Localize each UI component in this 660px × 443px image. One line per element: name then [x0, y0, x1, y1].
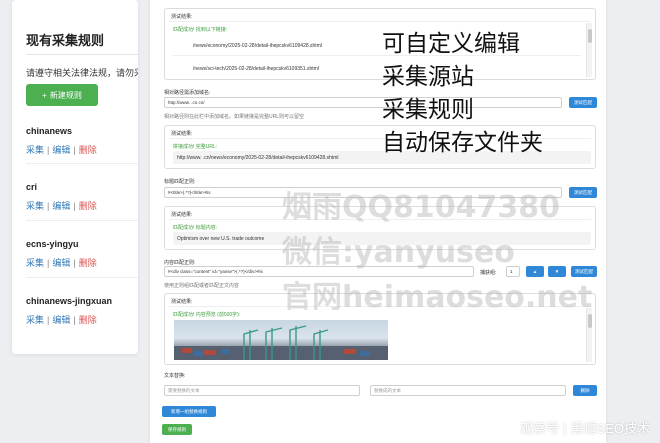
watermark-line: 烟雨QQ81047380: [282, 190, 560, 225]
credit: 观察号 | 黑帽SEO技术: [520, 421, 650, 436]
new-rule-label: 新建规则: [49, 90, 82, 100]
collect-link[interactable]: 采集: [26, 201, 44, 211]
result-url: http://www. .cn/news/economy/2025-02-28/…: [177, 155, 339, 161]
collect-link[interactable]: 采集: [26, 145, 44, 155]
save-rule-button[interactable]: 保存规则: [162, 424, 192, 435]
caption-source-site: 采集源站: [382, 64, 474, 90]
match-status: 匹配成功! 标题内容:: [173, 225, 218, 231]
domain-input[interactable]: http://www. .cn.cn/: [164, 97, 562, 108]
delete-replace-button[interactable]: 删除: [573, 385, 597, 396]
rule-name: chinanews-jingxuan: [26, 296, 113, 306]
divider: [26, 54, 138, 55]
match-status: 拼接成功! 完整URL:: [173, 144, 218, 150]
collect-link[interactable]: 采集: [26, 315, 44, 325]
edit-link[interactable]: 编辑: [52, 201, 70, 211]
new-rule-button[interactable]: + 新建规则: [26, 84, 98, 106]
credit-source: 观察号: [520, 421, 560, 436]
title-test-button[interactable]: 测试匹配: [569, 187, 597, 198]
replace-with-input[interactable]: 替换成的文本: [370, 385, 566, 396]
result-label: 测试结果:: [171, 14, 193, 20]
delete-link[interactable]: 删除: [79, 315, 97, 325]
content-preview-image: [174, 320, 388, 360]
replace-find-input[interactable]: 需要替换的文本: [164, 385, 360, 396]
domain-label: 相对路径需添加域名:: [164, 90, 211, 96]
sidebar-title: 现有采集规则: [26, 33, 105, 48]
rule-actions: 采集 | 编辑 | 删除: [26, 145, 97, 155]
scrollbar[interactable]: [586, 23, 592, 77]
rule-item-chinanews-jingxuan: chinanews-jingxuan 采集 | 编辑 | 删除: [26, 296, 138, 326]
divider: [26, 277, 138, 278]
result-url: /news/economy/2025-02-28/detail-ihepcskv…: [193, 43, 322, 49]
edit-link[interactable]: 编辑: [52, 315, 70, 325]
rule-item-chinanews: chinanews 采集 | 编辑 | 删除: [26, 126, 138, 156]
edit-link[interactable]: 编辑: [52, 258, 70, 268]
add-replace-rule-button[interactable]: 新增一组替换规则: [162, 406, 216, 417]
edit-link[interactable]: 编辑: [52, 145, 70, 155]
rule-name: cri: [26, 182, 38, 192]
delete-link[interactable]: 删除: [79, 201, 97, 211]
link-test-result: 测试结果: 匹配成功! 找到以下链接: /news/economy/2025-0…: [164, 8, 596, 80]
rules-sidebar: 现有采集规则 请遵守相关法律法规，请勿采集 + 新建规则 chinanews 采…: [12, 0, 138, 354]
watermark-line: 官网heimaoseo.net: [282, 280, 593, 315]
rule-item-ecns-yingyu: ecns-yingyu 采集 | 编辑 | 删除: [26, 239, 138, 269]
title-regex-label: 标题匹配正则:: [164, 179, 196, 185]
rule-actions: 采集 | 编辑 | 删除: [26, 201, 97, 211]
match-status: 匹配成功! 内容预览 (前500字):: [173, 312, 241, 318]
scrollbar[interactable]: [586, 308, 592, 362]
content-hint: 使用正则组匹配或者匹配正文内容: [164, 283, 240, 289]
rule-item-cri: cri 采集 | 编辑 | 删除: [26, 182, 138, 212]
divider: [26, 220, 138, 221]
credit-author: 黑帽SEO技术: [570, 421, 650, 436]
delete-link[interactable]: 删除: [79, 258, 97, 268]
result-label: 测试结果:: [171, 131, 193, 137]
rule-actions: 采集 | 编辑 | 删除: [26, 258, 97, 268]
collect-link[interactable]: 采集: [26, 258, 44, 268]
caption-custom-edit: 可自定义编辑: [382, 31, 520, 57]
caption-collect-rules: 采集规则: [382, 97, 474, 123]
domain-test-button[interactable]: 测试匹配: [569, 97, 597, 108]
replace-label: 文本替换:: [164, 373, 186, 379]
result-label: 测试结果:: [171, 299, 193, 305]
port-image: [174, 325, 388, 360]
legal-notice: 请遵守相关法律法规，请勿采集: [26, 68, 138, 78]
match-status: 匹配成功! 找到以下链接:: [173, 27, 228, 33]
title-value: Optimism over new U.S. trade outcome: [177, 236, 265, 242]
caption-auto-save: 自动保存文件夹: [382, 130, 543, 156]
watermark-line: 微信:yanyuseo: [282, 235, 515, 270]
divider: [26, 163, 138, 164]
result-url: /news/sci-tech/2025-02-28/detail-ihepcsk…: [193, 66, 319, 72]
rule-actions: 采集 | 编辑 | 删除: [26, 315, 97, 325]
delete-link[interactable]: 删除: [79, 145, 97, 155]
result-label: 测试结果:: [171, 212, 193, 218]
rule-name: ecns-yingyu: [26, 239, 79, 249]
plus-icon: +: [42, 90, 47, 100]
domain-hint: 相对路径则在此栏中添加域名。如果链接是完整URL则可以留空: [164, 114, 305, 120]
content-regex-label: 内容匹配正则:: [164, 260, 196, 266]
rule-name: chinanews: [26, 126, 73, 136]
